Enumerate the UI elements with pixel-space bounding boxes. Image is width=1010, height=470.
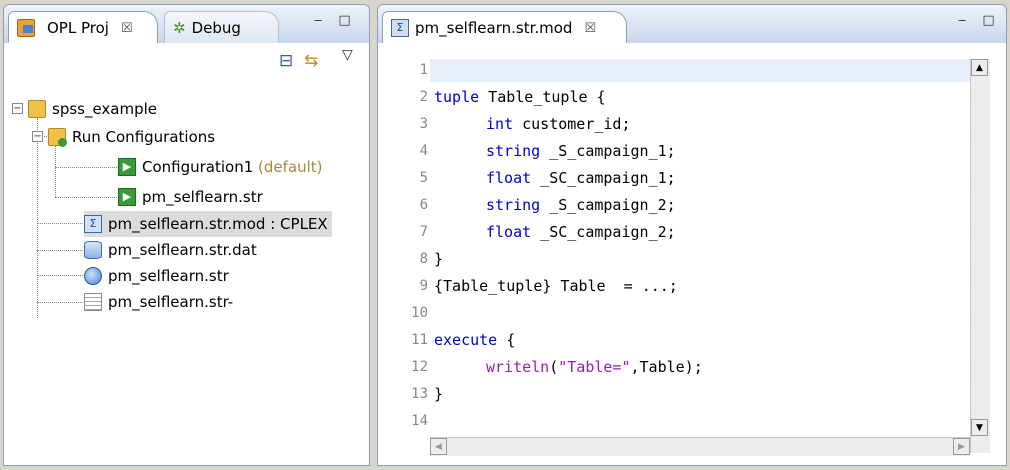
line-number: 10 — [411, 305, 428, 321]
line-number: 11 — [411, 332, 428, 348]
code-line-2: tuple Table_tuple { — [434, 88, 606, 106]
tab-opl-projects-label: OPL Proj — [47, 19, 109, 37]
code-line-5: float _SC_campaign_1; — [486, 169, 676, 187]
project-folder-icon — [28, 100, 46, 118]
code-line-13: } — [434, 385, 444, 403]
panel-window-controls[interactable]: ‒ □ — [314, 13, 357, 28]
tab-debug[interactable]: ✲ Debug — [164, 11, 279, 44]
horizontal-scrollbar[interactable] — [430, 437, 970, 456]
vertical-scrollbar[interactable] — [970, 59, 990, 453]
run-configurations-folder-icon — [48, 128, 67, 147]
line-number: 3 — [419, 116, 428, 132]
data-file-icon — [84, 241, 102, 259]
line-number: 8 — [419, 251, 428, 267]
code-line-4: string _S_campaign_1; — [486, 142, 676, 160]
tree-line — [37, 223, 83, 224]
line-number: 2 — [419, 89, 428, 105]
tab-opl-projects[interactable]: OPL Proj ☒ — [8, 11, 158, 44]
config-pm-selflearn-label: pm_selflearn.str — [142, 188, 263, 206]
tree-line — [55, 145, 56, 197]
mod-file-label: pm_selflearn.str.mod : CPLEX — [108, 215, 328, 233]
run-configurations-label: Run Configurations — [72, 128, 216, 146]
tree-item-dat-file[interactable]: pm_selflearn.str.dat — [84, 237, 257, 263]
run-config-icon: ▶ — [118, 158, 136, 176]
tab-pm-selflearn-mod[interactable]: Σ pm_selflearn.str.mod ☒ — [382, 11, 627, 44]
current-line-highlight — [430, 59, 970, 82]
line-number: 12 — [411, 359, 428, 375]
editor-tab-label: pm_selflearn.str.mod — [415, 19, 573, 37]
link-editor-icon[interactable]: ⇆ — [304, 51, 318, 71]
tree-item-str-backup-file[interactable]: pm_selflearn.str- — [84, 289, 233, 315]
tree-item-config-pm-selflearn[interactable]: ▶ pm_selflearn.str — [118, 184, 263, 210]
tree-line — [37, 275, 83, 276]
configuration1-label: Configuration1 — [142, 158, 254, 176]
code-line-6: string _S_campaign_2; — [486, 196, 676, 214]
tree-line — [55, 167, 117, 168]
scroll-right-icon[interactable]: ▶ — [953, 438, 970, 455]
tree-item-str-file[interactable]: pm_selflearn.str — [84, 263, 229, 289]
str-backup-file-label: pm_selflearn.str- — [108, 293, 234, 311]
line-number: 7 — [419, 224, 428, 240]
dat-file-label: pm_selflearn.str.dat — [108, 241, 257, 259]
code-line-9: {Table_tuple} Table = ...; — [434, 277, 678, 295]
default-badge: (default) — [253, 158, 323, 176]
line-number: 13 — [411, 386, 428, 402]
tree-line — [37, 250, 83, 251]
tree-item-configuration1[interactable]: ▶ Configuration1 (default) — [118, 154, 323, 180]
collapse-all-icon[interactable]: ⊟ — [279, 51, 293, 71]
tree-item-run-configurations[interactable]: Run Configurations — [48, 124, 215, 150]
str-file-label: pm_selflearn.str — [108, 267, 229, 285]
code-line-12: writeln("Table=",Table); — [486, 358, 703, 376]
project-explorer-tabbar: OPL Proj ☒ ✲ Debug ‒ □ — [3, 4, 370, 44]
close-icon[interactable]: ☒ — [584, 21, 596, 36]
tab-debug-label: Debug — [191, 19, 241, 37]
code-line-7: float _SC_campaign_2; — [486, 223, 676, 241]
line-number: 14 — [411, 413, 428, 429]
project-tree-area: ⊟ ⇆ ▽ − spss_example − Run Configuration… — [3, 43, 370, 466]
model-file-icon: Σ — [84, 215, 102, 233]
collapse-toggle-icon[interactable]: − — [32, 131, 43, 142]
scroll-down-icon[interactable]: ▼ — [971, 419, 988, 436]
opl-project-icon — [17, 19, 35, 37]
collapse-toggle-icon[interactable]: − — [12, 103, 23, 114]
tree-line — [55, 197, 117, 198]
code-editor[interactable]: 1 2 3 4 5 6 7 8 9 10 11 12 13 14 tuple T… — [377, 43, 1007, 466]
editor-window-controls[interactable]: ‒ □ — [958, 13, 1001, 28]
editor-tabbar: Σ pm_selflearn.str.mod ☒ ‒ □ — [377, 4, 1007, 44]
project-name: spss_example — [52, 100, 158, 118]
stream-file-icon — [84, 267, 102, 285]
line-number: 5 — [419, 170, 428, 186]
close-icon[interactable]: ☒ — [121, 21, 133, 36]
scroll-left-icon[interactable]: ◀ — [430, 438, 447, 455]
tree-line — [37, 118, 38, 318]
code-line-8: } — [434, 250, 444, 268]
project-explorer-panel: OPL Proj ☒ ✲ Debug ‒ □ ⊟ ⇆ ▽ − spss_exam… — [3, 4, 370, 466]
line-number-gutter: 1 2 3 4 5 6 7 8 9 10 11 12 13 14 — [392, 59, 432, 449]
line-number: 1 — [419, 62, 428, 78]
tree-line — [37, 302, 83, 303]
view-menu-icon[interactable]: ▽ — [342, 47, 353, 63]
run-config-icon: ▶ — [118, 188, 136, 206]
text-file-icon — [84, 293, 102, 311]
line-number: 4 — [419, 143, 428, 159]
line-number: 9 — [419, 278, 428, 294]
code-line-11: execute { — [434, 331, 516, 349]
bug-icon: ✲ — [173, 19, 186, 37]
code-line-3: int customer_id; — [486, 115, 631, 133]
scroll-up-icon[interactable]: ▲ — [971, 59, 988, 76]
model-file-icon: Σ — [391, 19, 409, 37]
line-number: 6 — [419, 197, 428, 213]
tree-item-project[interactable]: spss_example — [28, 96, 157, 122]
editor-panel: Σ pm_selflearn.str.mod ☒ ‒ □ 1 2 3 4 5 6… — [377, 4, 1007, 466]
tree-item-mod-file[interactable]: Σ pm_selflearn.str.mod : CPLEX — [84, 211, 332, 237]
